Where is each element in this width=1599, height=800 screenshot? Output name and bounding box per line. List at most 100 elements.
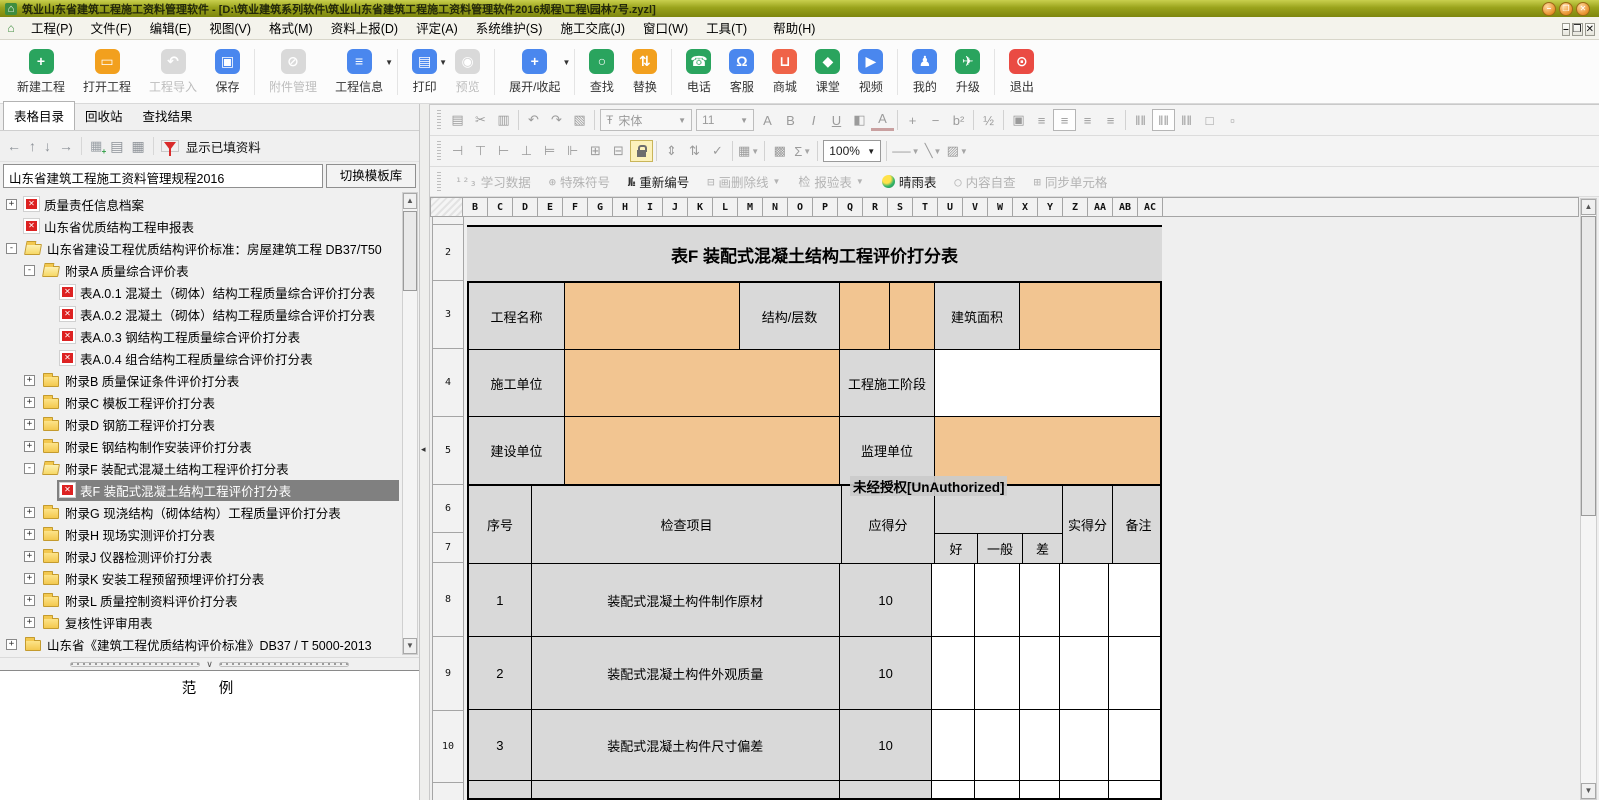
sum-icon[interactable]: Σ ▼ xyxy=(791,140,814,162)
poor-score-cell[interactable] xyxy=(1018,710,1059,780)
tree-scroll-thumb[interactable] xyxy=(403,211,417,291)
退出-button[interactable]: ⊙ 退出 xyxy=(1000,45,1043,99)
客服-button[interactable]: Ω 客服 xyxy=(720,45,763,99)
重新编号-button[interactable]: № 重新编号 xyxy=(619,172,698,191)
column-header-G[interactable]: G xyxy=(588,197,613,217)
item-no-cell[interactable] xyxy=(469,781,531,798)
dropdown-arrow-icon[interactable]: ▼ xyxy=(563,58,571,67)
split-left-icon[interactable]: ⊣ xyxy=(446,140,469,162)
project-name-label[interactable]: 工程名称 xyxy=(469,283,564,349)
menu-item-10[interactable]: 窗口(W) xyxy=(634,19,697,39)
diagonal-icon[interactable]: ╲ ▼ xyxy=(922,140,945,162)
tree-item[interactable]: ✕ 表A.0.4 组合结构工程质量综合评价打分表 xyxy=(0,347,419,369)
merge-cells-icon[interactable]: ⊞ xyxy=(584,140,607,162)
学习数据-button[interactable]: ¹²₃ 学习数据 xyxy=(446,172,540,191)
column-header-U[interactable]: U xyxy=(938,197,963,217)
row-header-2[interactable]: 2 xyxy=(432,225,464,281)
building-area-label[interactable]: 建筑面积 xyxy=(934,283,1019,349)
tree-item[interactable]: - 山东省建设工程优质结构评价标准：房屋建筑工程 DB37/T50 xyxy=(0,237,419,259)
valign-top-icon[interactable]: ‖‖ xyxy=(1129,109,1152,131)
col-spacing-icon[interactable]: ⇅ xyxy=(683,140,706,162)
fontsize-select[interactable]: 11 ▼ xyxy=(696,109,754,131)
dropdown-arrow-icon[interactable]: ▼ xyxy=(934,147,942,156)
redo-icon[interactable]: ↷ xyxy=(545,109,568,131)
tree-scroll-up-icon[interactable]: ▲ xyxy=(403,193,417,209)
dropdown-arrow-icon[interactable]: ▼ xyxy=(740,116,748,125)
move-down-icon[interactable]: ↓ xyxy=(44,138,51,154)
menu-item-1[interactable]: 工程(P) xyxy=(22,19,82,39)
column-header-L[interactable]: L xyxy=(713,197,738,217)
tree-item[interactable]: + 附录J 仪器检测评价打分表 xyxy=(0,545,419,567)
minimize-button[interactable]: – xyxy=(1542,1,1556,16)
poor-score-cell[interactable] xyxy=(1018,637,1059,709)
align-left-icon[interactable]: ≡ xyxy=(1030,109,1053,131)
row-header-7[interactable]: 7 xyxy=(432,533,464,563)
image-icon[interactable]: ▦ ▼ xyxy=(736,140,761,162)
课堂-button[interactable]: ◆ 课堂 xyxy=(806,45,849,99)
column-header-D[interactable]: D xyxy=(513,197,538,217)
menu-item-11[interactable]: 工具(T) xyxy=(697,19,756,39)
normal-score-cell[interactable] xyxy=(974,637,1019,709)
valign-middle-icon[interactable]: ‖‖ xyxy=(1152,109,1175,131)
row-header-8[interactable]: 8 xyxy=(432,563,464,637)
move-left-icon[interactable]: ← xyxy=(7,138,21,154)
actual-score-header[interactable]: 实得分 xyxy=(1062,486,1112,563)
item-name-cell[interactable]: 装配式混凝土构件制作原材 xyxy=(530,564,839,636)
insert-col-icon[interactable]: ⊩ xyxy=(561,140,584,162)
工程信息-button[interactable]: ≡ 工程信息 ▼ xyxy=(326,45,393,99)
align-justify-icon[interactable]: ≡ xyxy=(1099,109,1122,131)
row-header[interactable] xyxy=(432,217,464,225)
打印-button[interactable]: ▤ 打印 ▼ xyxy=(403,45,447,99)
expander-icon[interactable]: + xyxy=(6,198,17,210)
line-style-icon[interactable]: ── ▼ xyxy=(890,140,921,162)
good-score-cell[interactable] xyxy=(931,564,975,636)
delete-form-icon[interactable]: ▦ xyxy=(132,138,145,155)
column-header-AA[interactable]: AA xyxy=(1088,197,1113,217)
dropdown-arrow-icon[interactable]: ▼ xyxy=(678,116,686,125)
tree-item[interactable]: + 附录H 现场实测评价打分表 xyxy=(0,523,419,545)
column-header-R[interactable]: R xyxy=(863,197,888,217)
client-unit-label[interactable]: 建设单位 xyxy=(469,417,564,484)
split-cells-icon[interactable]: ⊟ xyxy=(607,140,630,162)
dropdown-arrow-icon[interactable]: ▼ xyxy=(385,58,393,67)
select-all-corner[interactable] xyxy=(430,197,463,217)
tree-item[interactable]: ✕ 表A.0.1 混凝土（砌体）结构工程质量综合评价打分表 xyxy=(0,281,419,303)
tree-scrollbar[interactable]: ▲ ▼ xyxy=(402,192,418,655)
copy-form-icon[interactable]: ▤ xyxy=(110,138,123,155)
switch-template-button[interactable]: 切换模板库 xyxy=(326,164,416,188)
row-header-4[interactable]: 4 xyxy=(432,349,464,417)
remark-header[interactable]: 备注 xyxy=(1112,486,1164,563)
restore-button[interactable]: ❐ xyxy=(1559,1,1573,16)
diagonal-box-icon[interactable]: ▨ ▼ xyxy=(945,140,970,162)
paste-icon[interactable]: ▥ xyxy=(492,109,515,131)
remark-cell[interactable] xyxy=(1108,637,1160,709)
undo-icon[interactable]: ↶ xyxy=(522,109,545,131)
filter-toggle[interactable] xyxy=(160,140,179,156)
normal-score-cell[interactable] xyxy=(974,781,1019,798)
normal-score-cell[interactable] xyxy=(974,564,1019,636)
structure-floors-label[interactable]: 结构/层数 xyxy=(739,283,839,349)
split-right-icon[interactable]: ⊢ xyxy=(492,140,515,162)
actual-score-cell[interactable] xyxy=(1058,637,1109,709)
actual-score-cell[interactable] xyxy=(1058,710,1109,780)
expander-icon[interactable]: + xyxy=(24,528,35,540)
lock-icon[interactable] xyxy=(630,140,653,162)
structure-input-cell[interactable] xyxy=(839,283,889,349)
spell-check-icon[interactable]: ✓ xyxy=(706,140,729,162)
展开/收起-button[interactable]: + 展开/收起 ▼ xyxy=(500,45,571,99)
dropdown-arrow-icon[interactable]: ▼ xyxy=(772,177,780,186)
check-item-header[interactable]: 检查项目 xyxy=(531,486,841,563)
child-minimize-button[interactable]: – xyxy=(1562,23,1570,36)
menu-item-12[interactable]: 帮助(H) xyxy=(764,19,824,39)
actual-score-cell[interactable] xyxy=(1058,781,1109,798)
paragraph-icon[interactable]: ▣ xyxy=(1007,109,1030,131)
item-no-cell[interactable]: 2 xyxy=(469,637,531,709)
column-header-E[interactable]: E xyxy=(538,197,563,217)
tab-表格目录[interactable]: 表格目录 xyxy=(3,101,76,130)
column-header-I[interactable]: I xyxy=(638,197,663,217)
tree-item[interactable]: + 附录G 现浇结构（砌体结构）工程质量评价打分表 xyxy=(0,501,419,523)
特殊符号-button[interactable]: ⊕ 特殊符号 xyxy=(540,172,619,191)
expander-icon[interactable]: - xyxy=(24,264,35,276)
dropdown-arrow-icon[interactable]: ▼ xyxy=(867,147,875,156)
item-score-cell[interactable]: 10 xyxy=(838,564,932,636)
